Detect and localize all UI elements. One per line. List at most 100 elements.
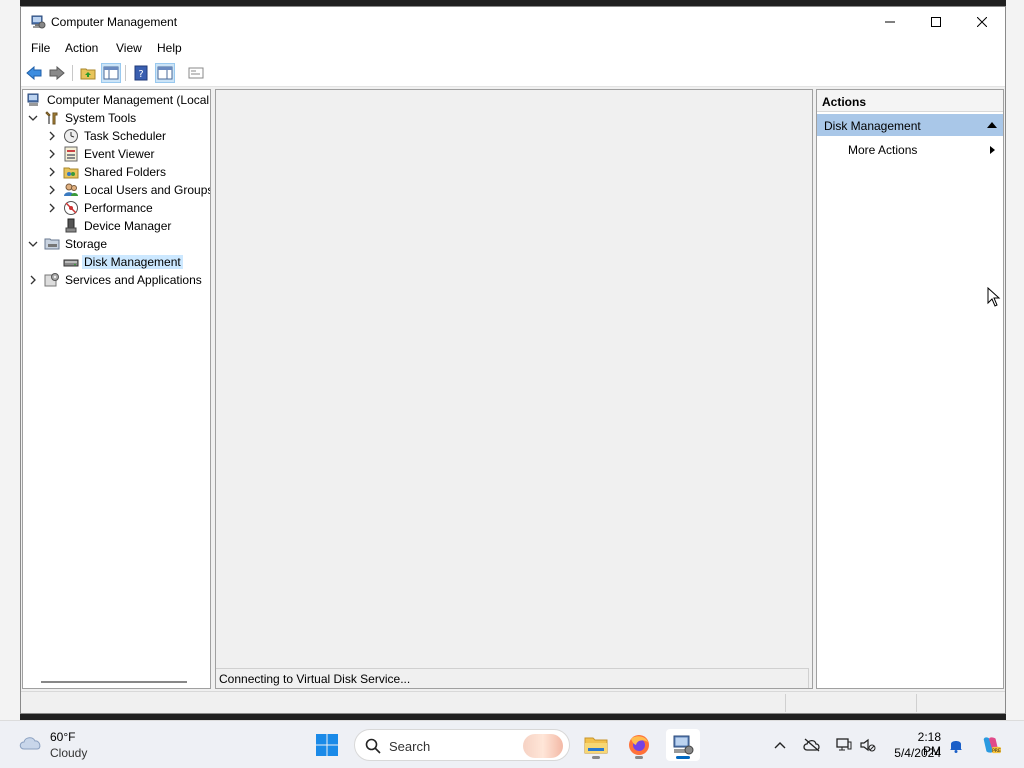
desktop-right-area: [1006, 0, 1024, 720]
chevron-right-icon[interactable]: [47, 167, 57, 177]
tree-root-item[interactable]: Computer Management (Local: [26, 91, 210, 109]
minimize-icon: [885, 21, 895, 23]
folder-up-icon: [80, 68, 96, 80]
users-icon: [64, 183, 78, 196]
search-highlight-image: [523, 734, 563, 758]
console-tree: Computer Management (Local System Tools …: [22, 89, 211, 689]
forward-arrow-icon: [49, 66, 65, 80]
network-tray-button[interactable]: [834, 735, 854, 755]
chevron-up-icon: [774, 742, 786, 749]
network-icon: [836, 738, 852, 751]
tree-item-label: Event Viewer: [84, 147, 155, 161]
disk-icon: [63, 259, 79, 267]
bell-icon: [950, 741, 962, 753]
computer-management-window: Computer Management File Action View Hel…: [20, 6, 1006, 714]
windows-start-icon[interactable]: [315, 733, 339, 757]
tree-item-label: Storage: [65, 237, 108, 251]
tree-item-services-applications[interactable]: Services and Applications: [28, 271, 204, 289]
maximize-icon: [931, 17, 941, 27]
tree-item-task-scheduler[interactable]: Task Scheduler: [47, 127, 168, 145]
chevron-right-icon[interactable]: [47, 203, 57, 213]
chevron-right-icon[interactable]: [47, 149, 57, 159]
tools-icon: [45, 111, 58, 125]
menu-bar: File Action View Help: [21, 37, 1005, 59]
close-icon: [977, 17, 987, 27]
tree-item-shared-folders[interactable]: Shared Folders: [47, 163, 168, 181]
volume-tray-button[interactable]: [858, 735, 878, 755]
computer-management-icon: [673, 735, 694, 755]
actions-section-disk-management[interactable]: Disk Management: [817, 114, 1003, 136]
copilot-icon: PRE: [983, 737, 1001, 754]
tree-item-local-users-groups[interactable]: Local Users and Groups: [47, 181, 210, 199]
weather-temperature[interactable]: 60°F: [50, 730, 75, 744]
toolbar: ?: [21, 59, 1005, 87]
actions-pane: Actions Disk Management More Actions: [816, 89, 1004, 689]
title-bar: Computer Management: [21, 7, 1005, 37]
tree-item-device-manager[interactable]: Device Manager: [63, 217, 173, 235]
toolbar-separator: [72, 65, 73, 81]
copilot-button[interactable]: PRE: [981, 735, 1001, 755]
minimize-button[interactable]: [867, 7, 913, 37]
mouse-cursor-icon: [987, 287, 1001, 307]
tree-item-label: System Tools: [65, 111, 137, 125]
status-bar-divider: [785, 694, 786, 712]
forward-button[interactable]: [47, 63, 67, 83]
tree-item-disk-management[interactable]: Disk Management: [63, 253, 183, 271]
back-button[interactable]: [24, 63, 44, 83]
chevron-down-icon[interactable]: [28, 113, 38, 123]
show-hidden-icons-button[interactable]: [770, 735, 790, 755]
menu-file[interactable]: File: [31, 41, 50, 55]
services-icon: [44, 273, 59, 287]
tree-item-label: Device Manager: [84, 219, 172, 233]
onedrive-tray-button[interactable]: [802, 735, 822, 755]
taskbar-search-box[interactable]: Search: [354, 729, 570, 761]
tree-root-label: Computer Management (Local: [47, 93, 210, 107]
actions-section-label: Disk Management: [824, 119, 921, 133]
menu-view[interactable]: View: [116, 41, 142, 55]
tree-item-label: Shared Folders: [84, 165, 167, 179]
file-explorer-taskbar-button[interactable]: [579, 729, 613, 761]
computer-management-taskbar-button[interactable]: [666, 729, 700, 761]
chevron-right-icon[interactable]: [47, 185, 57, 195]
menu-help[interactable]: Help: [157, 41, 182, 55]
tree-item-label: Task Scheduler: [84, 129, 167, 143]
cloudy-weather-icon[interactable]: [18, 733, 44, 753]
details-pane: [215, 89, 813, 689]
performance-icon: [64, 201, 78, 215]
status-bar-divider: [916, 694, 917, 712]
clock-date[interactable]: 5/4/2024: [890, 746, 941, 760]
firefox-taskbar-button[interactable]: [622, 729, 656, 761]
computer-management-icon: [27, 93, 39, 106]
help-book-icon: ?: [134, 65, 148, 81]
up-one-level-button[interactable]: [78, 63, 98, 83]
svg-text:PRE: PRE: [992, 748, 1001, 754]
tree-item-storage[interactable]: Storage: [28, 235, 109, 253]
event-viewer-icon: [64, 146, 78, 162]
console-tree-icon: [103, 66, 119, 80]
action-pane-icon: [157, 66, 173, 80]
horizontal-scrollbar-thumb[interactable]: [41, 681, 187, 683]
running-indicator: [592, 756, 600, 759]
show-hide-console-tree-button[interactable]: [101, 63, 121, 83]
submenu-arrow-icon[interactable]: [990, 146, 995, 154]
weather-description[interactable]: Cloudy: [50, 746, 87, 760]
close-button[interactable]: [959, 7, 1005, 37]
chevron-down-icon[interactable]: [28, 239, 38, 249]
tree-item-performance[interactable]: Performance: [47, 199, 155, 217]
actions-header: Actions: [817, 90, 1003, 112]
tree-item-label: Disk Management: [82, 255, 183, 269]
help-button[interactable]: ?: [131, 63, 151, 83]
more-actions-item[interactable]: More Actions: [848, 143, 917, 157]
properties-button[interactable]: [186, 63, 206, 83]
chevron-right-icon[interactable]: [47, 131, 57, 141]
storage-icon: [44, 238, 60, 250]
notifications-button[interactable]: [946, 735, 966, 755]
tree-item-event-viewer[interactable]: Event Viewer: [47, 145, 156, 163]
tree-item-system-tools[interactable]: System Tools: [28, 109, 138, 127]
details-status-text: Connecting to Virtual Disk Service...: [216, 668, 809, 688]
show-hide-action-pane-button[interactable]: [155, 63, 175, 83]
collapse-arrow-icon[interactable]: [987, 122, 997, 128]
chevron-right-icon[interactable]: [28, 275, 38, 285]
maximize-button[interactable]: [913, 7, 959, 37]
menu-action[interactable]: Action: [65, 41, 98, 55]
